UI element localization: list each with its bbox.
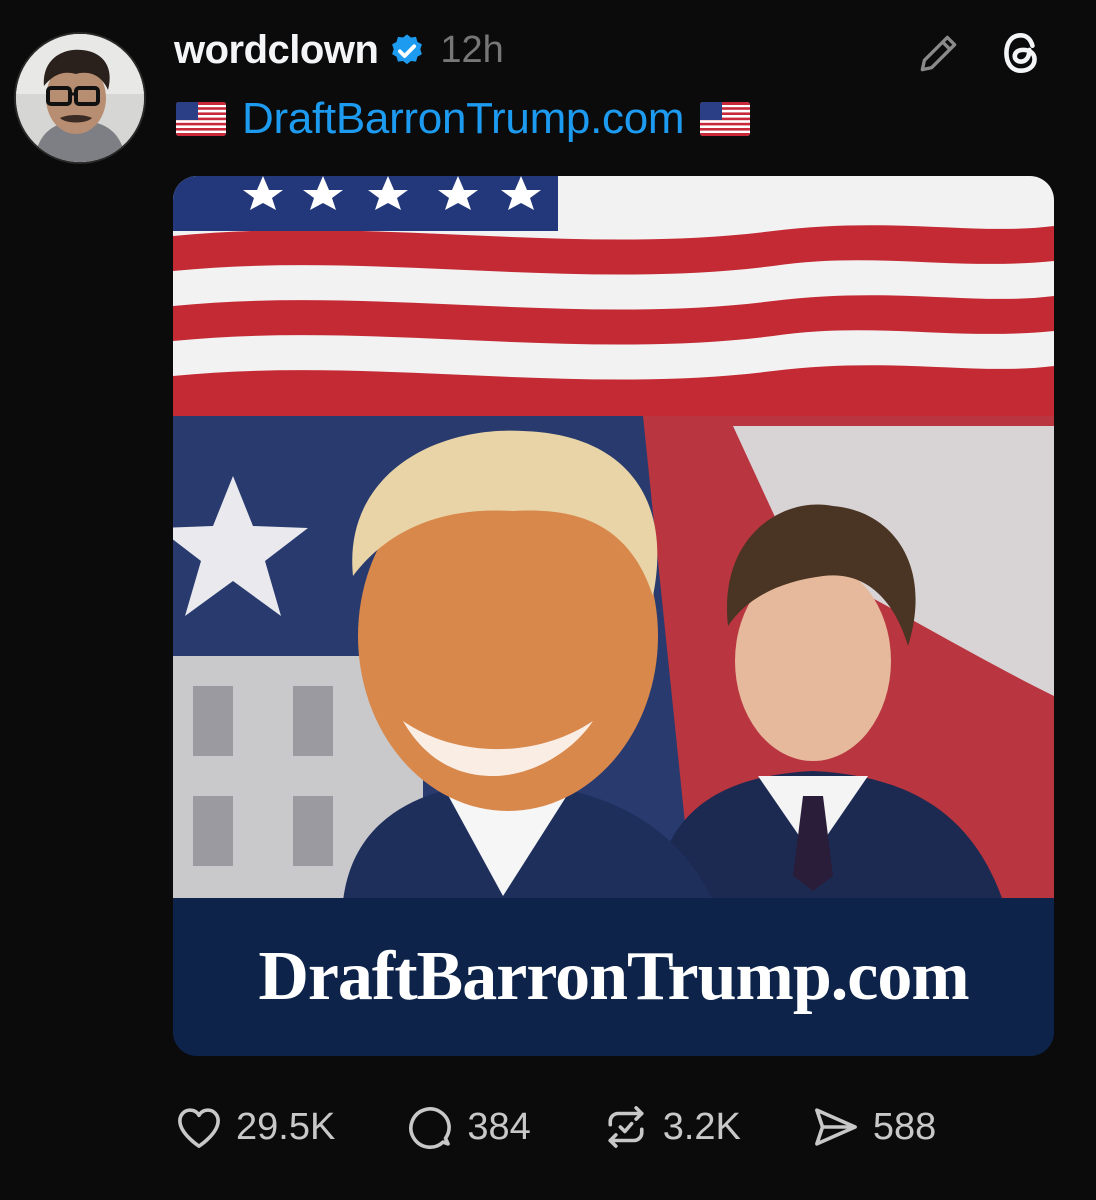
like-button[interactable]: 29.5K bbox=[172, 1100, 335, 1154]
post-text: DraftBarronTrump.com bbox=[176, 94, 751, 144]
image-caption-text: DraftBarronTrump.com bbox=[258, 938, 969, 1015]
repost-count: 3.2K bbox=[662, 1105, 741, 1148]
username[interactable]: wordclown bbox=[174, 28, 379, 73]
us-flag-icon bbox=[176, 102, 226, 136]
like-count: 29.5K bbox=[236, 1105, 336, 1148]
repost-icon bbox=[599, 1100, 653, 1154]
post-image[interactable]: DraftBarronTrump.com bbox=[173, 176, 1054, 1056]
us-flag-icon bbox=[700, 102, 751, 136]
heart-icon bbox=[172, 1100, 226, 1154]
reply-button[interactable]: 384 bbox=[403, 1100, 531, 1154]
pencil-icon[interactable] bbox=[914, 28, 964, 78]
post-timestamp: 12h bbox=[440, 29, 504, 71]
send-icon bbox=[809, 1100, 863, 1154]
share-button[interactable]: 588 bbox=[809, 1100, 936, 1154]
post-header: wordclown 12h bbox=[174, 28, 504, 73]
comment-bubble-icon bbox=[403, 1100, 457, 1154]
share-count: 588 bbox=[872, 1105, 937, 1148]
threads-logo-icon[interactable] bbox=[996, 28, 1046, 78]
post-top-actions bbox=[914, 28, 1046, 78]
image-caption-bar: DraftBarronTrump.com bbox=[173, 898, 1054, 1056]
avatar-image bbox=[16, 34, 144, 162]
post-link[interactable]: DraftBarronTrump.com bbox=[242, 94, 685, 144]
avatar[interactable] bbox=[14, 32, 146, 164]
verified-badge-icon bbox=[388, 32, 426, 70]
repost-button[interactable]: 3.2K bbox=[599, 1100, 741, 1154]
post-action-bar: 29.5K 384 3.2K 588 bbox=[172, 1100, 1004, 1154]
reply-count: 384 bbox=[467, 1105, 531, 1148]
